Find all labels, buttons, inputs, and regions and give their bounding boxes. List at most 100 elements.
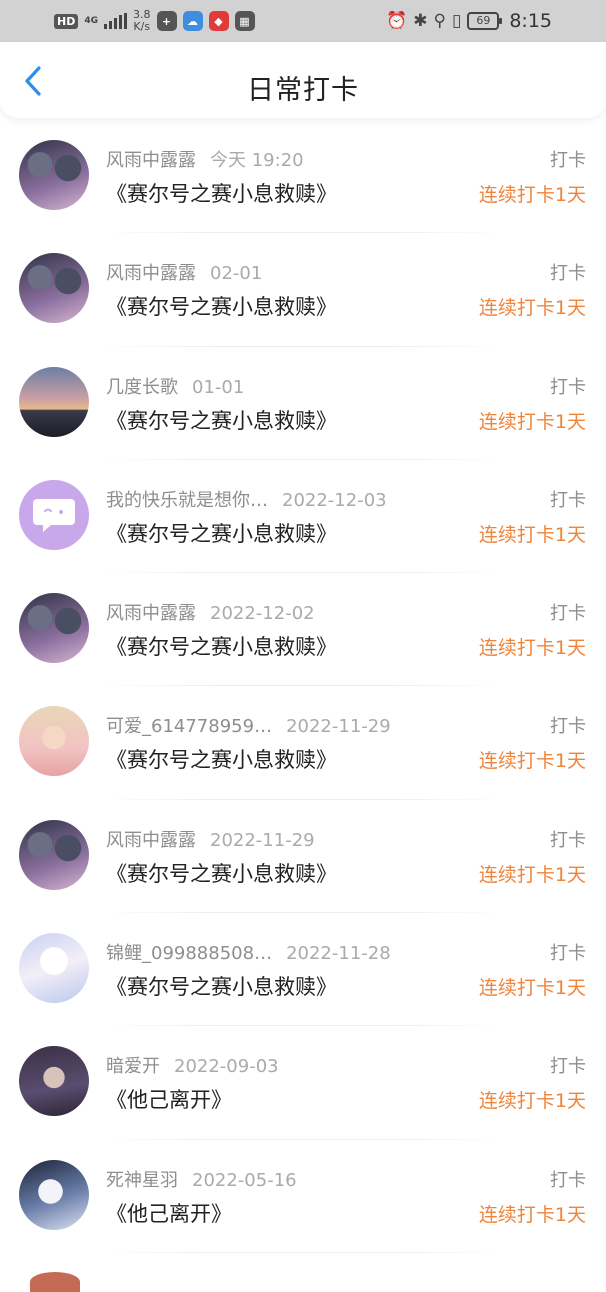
avatar[interactable] [19, 479, 89, 550]
checkin-tag: 打卡 [550, 150, 586, 171]
item-meta: 暗爱开 2022-09-03 [106, 1052, 279, 1078]
username[interactable]: 风雨中露露 [106, 830, 196, 851]
checkin-item[interactable]: 暗爱开 2022-09-03 《他己离开》 打卡 连续打卡1天 [0, 1026, 606, 1140]
checkin-tag: 打卡 [550, 1169, 586, 1191]
status-bar: HD 4G 3.8 K/s + ☁ ◆ ▦ ⏰ ✱ ⚲ ▯ 69 8:15 [0, 0, 606, 42]
checkin-item[interactable]: 可爱_614778959… 2022-11-29 《赛尔号之赛小息救赎》 打卡 连… [0, 686, 606, 800]
page-title: 日常打卡 [247, 75, 359, 106]
avatar[interactable] [19, 1046, 89, 1117]
book-title[interactable]: 《赛尔号之赛小息救赎》 [106, 744, 337, 774]
avatar[interactable] [19, 933, 89, 1004]
streak-label: 连续打卡1天 [478, 750, 586, 773]
hd-icon: HD [54, 13, 79, 29]
checkin-tag: 打卡 [550, 716, 586, 738]
username[interactable]: 锦鲤_099888508… [106, 943, 272, 964]
vibrate-icon: ▯ [451, 11, 462, 31]
username[interactable]: 风雨中露露 [106, 603, 196, 624]
checkin-item[interactable]: 风雨中露露 2022-11-29 《赛尔号之赛小息救赎》 打卡 连续打卡1天 [0, 800, 606, 914]
divider [100, 1251, 506, 1253]
avatar[interactable] [19, 706, 89, 777]
streak-label: 连续打卡1天 [478, 863, 586, 886]
username[interactable]: 我的快乐就是想你… [106, 490, 268, 511]
book-title[interactable]: 《他己离开》 [106, 1084, 232, 1114]
checkin-tag: 打卡 [550, 1056, 586, 1078]
avatar[interactable] [19, 140, 89, 210]
book-title[interactable]: 《赛尔号之赛小息救赎》 [106, 631, 337, 661]
streak-label: 连续打卡1天 [478, 1203, 586, 1226]
book-title[interactable]: 《赛尔号之赛小息救赎》 [106, 518, 337, 548]
streak-label: 连续打卡1天 [478, 523, 586, 546]
streak-label: 连续打卡1天 [478, 410, 586, 433]
item-meta: 锦鲤_099888508… 2022-11-28 [106, 939, 391, 965]
streak-label: 连续打卡1天 [478, 977, 586, 1000]
red-app-icon: ◆ [208, 11, 229, 31]
status-bar-left: HD 4G 3.8 K/s + ☁ ◆ ▦ [54, 0, 255, 42]
calendar-app-icon: ▦ [234, 11, 255, 31]
checkin-tag: 打卡 [550, 943, 586, 965]
book-title[interactable]: 《赛尔号之赛小息救赎》 [106, 858, 337, 888]
checkin-tag: 打卡 [550, 376, 586, 398]
checkin-tag: 打卡 [550, 263, 586, 285]
clock: 8:15 [509, 10, 552, 32]
network-type: 4G [84, 15, 98, 26]
checkin-time: 01-01 [192, 376, 245, 398]
network-speed: 3.8 K/s [133, 9, 151, 33]
book-title[interactable]: 《赛尔号之赛小息救赎》 [106, 291, 337, 321]
username[interactable]: 风雨中露露 [106, 263, 196, 284]
streak-label: 连续打卡1天 [478, 184, 586, 206]
speed-unit: K/s [133, 20, 151, 33]
checkin-list: 风雨中露露 今天 19:20 《赛尔号之赛小息救赎》 打卡 连续打卡1天 风雨中露… [0, 120, 606, 1253]
checkin-item[interactable]: 锦鲤_099888508… 2022-11-28 《赛尔号之赛小息救赎》 打卡 连… [0, 913, 606, 1027]
location-icon: ⚲ [433, 11, 446, 31]
checkin-item[interactable]: 几度长歌 01-01 《赛尔号之赛小息救赎》 打卡 连续打卡1天 [0, 347, 606, 460]
plus-app-icon: + [156, 11, 177, 31]
avatar[interactable] [30, 1272, 80, 1292]
item-meta: 几度长歌 01-01 [106, 373, 244, 399]
streak-label: 连续打卡1天 [478, 297, 586, 320]
book-title[interactable]: 《赛尔号之赛小息救赎》 [106, 971, 337, 1001]
item-meta: 死神星羽 2022-05-16 [106, 1166, 297, 1192]
checkin-time: 2022-12-03 [282, 489, 387, 511]
book-title[interactable]: 《赛尔号之赛小息救赎》 [106, 178, 337, 208]
bluetooth-icon: ✱ [413, 11, 428, 31]
checkin-item[interactable]: 风雨中露露 02-01 《赛尔号之赛小息救赎》 打卡 连续打卡1天 [0, 233, 606, 347]
checkin-item[interactable]: 我的快乐就是想你… 2022-12-03 《赛尔号之赛小息救赎》 打卡 连续打卡1… [0, 460, 606, 574]
checkin-time: 2022-12-02 [210, 603, 315, 625]
avatar[interactable] [19, 593, 89, 664]
checkin-time: 2022-11-29 [210, 829, 315, 851]
username[interactable]: 几度长歌 [106, 377, 178, 398]
checkin-time: 02-01 [210, 263, 263, 285]
username[interactable]: 死神星羽 [106, 1170, 178, 1191]
checkin-item[interactable]: 死神星羽 2022-05-16 《他己离开》 打卡 连续打卡1天 [0, 1140, 606, 1253]
username[interactable]: 风雨中露露 [106, 150, 196, 171]
checkin-tag: 打卡 [550, 603, 586, 625]
checkin-tag: 打卡 [550, 829, 586, 851]
cloud-app-icon: ☁ [182, 11, 203, 31]
avatar[interactable] [19, 366, 89, 437]
streak-label: 连续打卡1天 [478, 637, 586, 660]
checkin-tag: 打卡 [550, 489, 586, 511]
item-meta: 风雨中露露 2022-11-29 [106, 826, 315, 852]
book-title[interactable]: 《赛尔号之赛小息救赎》 [106, 405, 337, 435]
signal-icon [104, 13, 127, 29]
network-label: 4G [84, 15, 98, 26]
streak-label: 连续打卡1天 [478, 1090, 586, 1113]
checkin-item[interactable]: 风雨中露露 2022-12-02 《赛尔号之赛小息救赎》 打卡 连续打卡1天 [0, 573, 606, 687]
item-meta: 风雨中露露 02-01 [106, 259, 262, 285]
item-meta: 可爱_614778959… 2022-11-29 [106, 712, 391, 738]
book-title[interactable]: 《他己离开》 [106, 1198, 232, 1228]
checkin-time: 2022-05-16 [192, 1169, 297, 1191]
avatar[interactable] [19, 253, 89, 324]
alarm-icon: ⏰ [386, 11, 408, 31]
checkin-time: 2022-09-03 [174, 1056, 279, 1078]
checkin-item[interactable]: 风雨中露露 今天 19:20 《赛尔号之赛小息救赎》 打卡 连续打卡1天 [0, 120, 606, 234]
item-meta: 我的快乐就是想你… 2022-12-03 [106, 486, 387, 512]
checkin-time: 今天 19:20 [210, 150, 304, 171]
avatar[interactable] [19, 1159, 89, 1230]
username[interactable]: 可爱_614778959… [106, 716, 272, 737]
username[interactable]: 暗爱开 [106, 1056, 160, 1077]
item-meta: 风雨中露露 2022-12-02 [106, 599, 315, 625]
item-meta: 风雨中露露 今天 19:20 [106, 146, 304, 172]
status-bar-right: ⏰ ✱ ⚲ ▯ 69 8:15 [386, 0, 552, 42]
avatar[interactable] [19, 819, 89, 890]
